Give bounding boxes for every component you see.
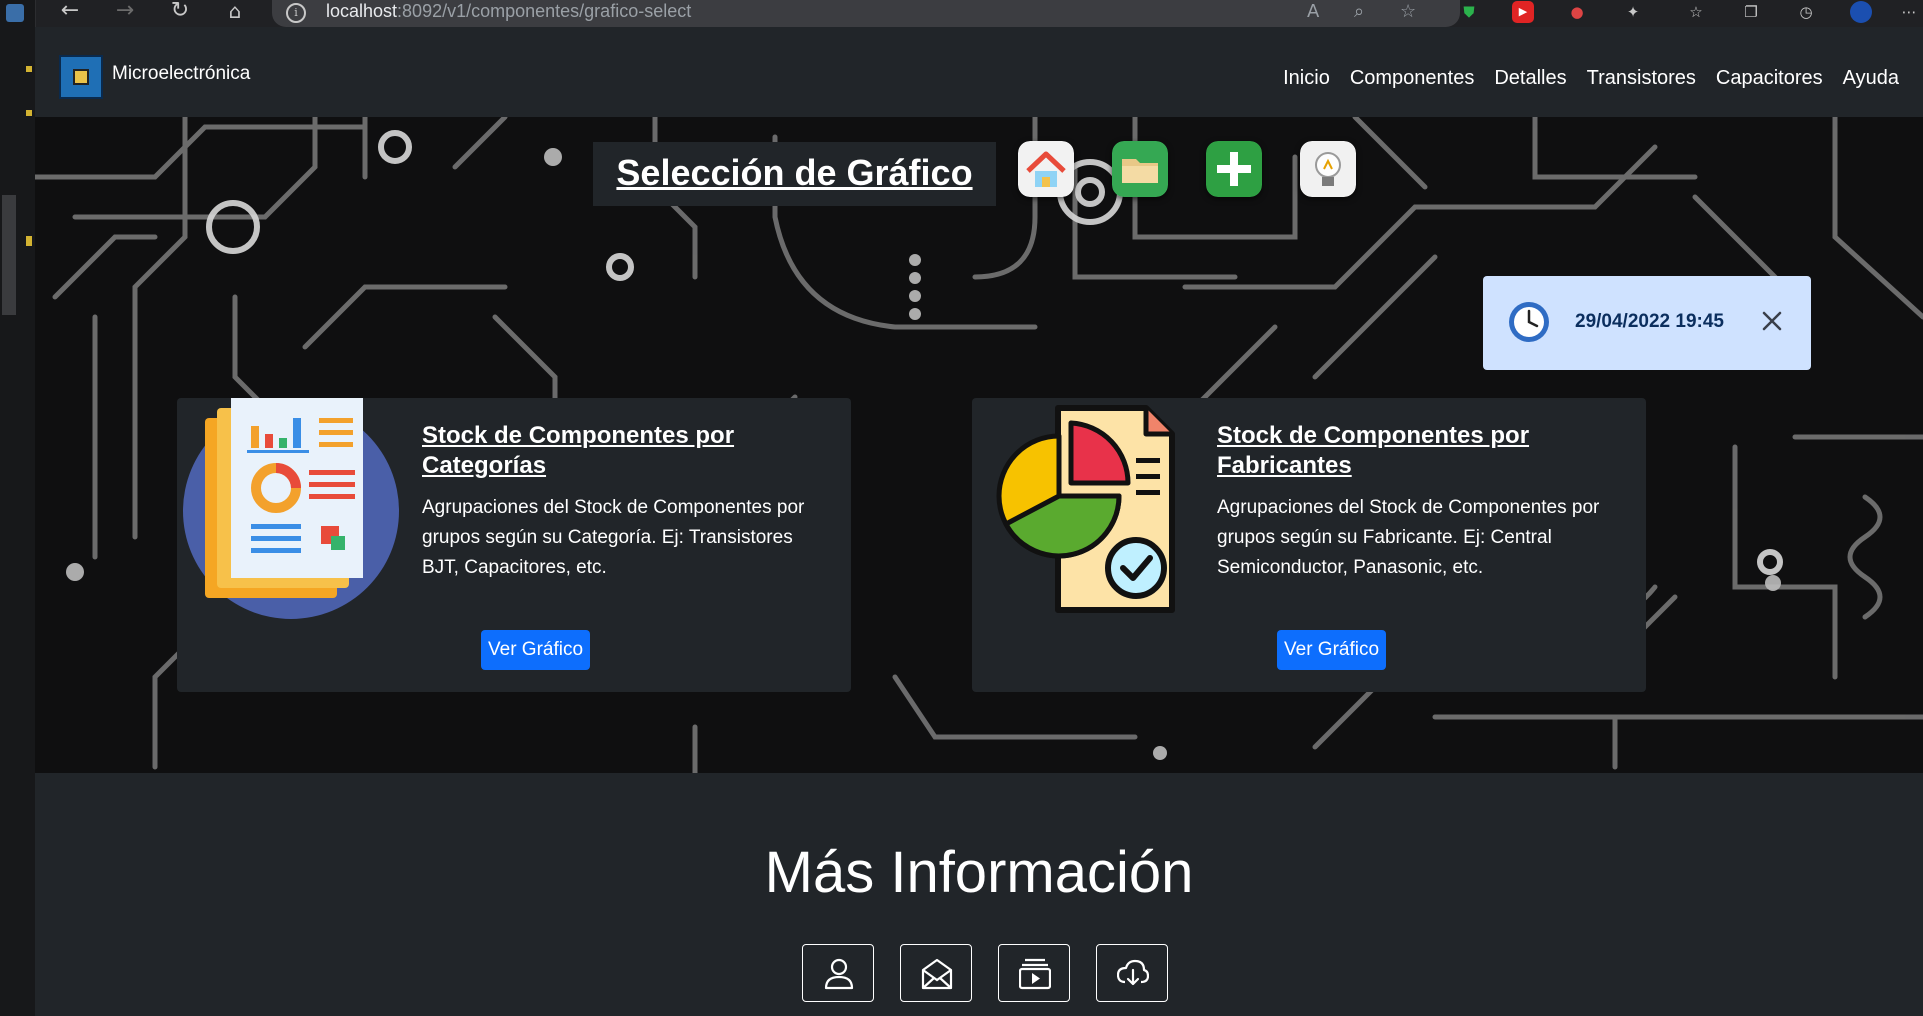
more-icon[interactable]: ⋯	[1898, 1, 1920, 23]
close-icon[interactable]	[1757, 306, 1787, 336]
scrollbar-thumb[interactable]	[2, 195, 16, 315]
nav-link-ayuda[interactable]: Ayuda	[1843, 67, 1899, 90]
forward-icon[interactable]: →	[110, 0, 140, 24]
media-icon	[1019, 958, 1051, 990]
reload-icon[interactable]: ↻	[165, 0, 195, 24]
address-bar[interactable]: i localhost:8092/v1/componentes/grafico-…	[272, 0, 1460, 27]
mail-button[interactable]	[900, 944, 972, 1002]
clock-icon	[1509, 302, 1549, 342]
toast-datetime: 29/04/2022 19:45	[1575, 311, 1724, 332]
hero-section: Selección de Gráfico 29/04/2022 19:45 St…	[35, 117, 1923, 773]
sidebar-strip	[0, 0, 36, 1016]
extensions-icon[interactable]: ✦	[1622, 1, 1644, 23]
datetime-toast: 29/04/2022 19:45	[1483, 276, 1811, 370]
folder-app-icon[interactable]	[1112, 141, 1168, 197]
add-app-icon[interactable]	[1206, 141, 1262, 197]
page-title-box: Selección de Gráfico	[593, 142, 996, 206]
nav-link-detalles[interactable]: Detalles	[1494, 67, 1566, 90]
browser-toolbar: ← → ↻ ⌂ i localhost:8092/v1/componentes/…	[0, 0, 1923, 27]
strip-marker	[26, 236, 32, 246]
favorite-add-icon[interactable]: ☆	[1400, 1, 1416, 22]
nav-link-componentes[interactable]: Componentes	[1350, 67, 1475, 90]
ver-grafico-fabricantes-button[interactable]: Ver Gráfico	[1277, 630, 1387, 670]
collections-icon[interactable]: ❐	[1740, 1, 1762, 23]
brand-name[interactable]: Microelectrónica	[112, 63, 250, 85]
zoom-icon[interactable]: ⌕	[1354, 1, 1364, 22]
strip-marker	[26, 66, 32, 72]
home-icon[interactable]: ⌂	[220, 0, 250, 24]
nav-link-transistores[interactable]: Transistores	[1587, 67, 1696, 90]
report-chart-icon	[183, 398, 399, 619]
card-text-fabricantes: Agrupaciones del Stock de Componentes po…	[1217, 497, 1600, 578]
info-title: Más Información	[764, 840, 1194, 905]
card-categorias: Stock de Componentes por Categorías Agru…	[177, 398, 851, 692]
page-title: Selección de Gráfico	[616, 152, 973, 193]
info-icon[interactable]: i	[286, 3, 306, 23]
media-button[interactable]	[998, 944, 1070, 1002]
favorites-icon[interactable]: ☆	[1685, 1, 1707, 23]
cloud-download-button[interactable]	[1096, 944, 1168, 1002]
card-text-categorias: Agrupaciones del Stock de Componentes po…	[422, 497, 805, 578]
cloud-download-icon	[1117, 959, 1149, 986]
lightbulb-app-icon[interactable]	[1300, 141, 1356, 197]
back-icon[interactable]: ←	[55, 0, 85, 24]
flag-extension-icon[interactable]: ●	[1566, 1, 1588, 23]
history-icon[interactable]: ◷	[1795, 1, 1817, 23]
read-aloud-icon[interactable]: A	[1307, 1, 1319, 22]
home-app-icon[interactable]	[1018, 141, 1074, 197]
profile-icon[interactable]	[1850, 1, 1872, 23]
tab-favicon-icon[interactable]	[6, 4, 24, 22]
ver-grafico-categorias-button[interactable]: Ver Gráfico	[481, 630, 591, 670]
info-section: Más Información	[35, 773, 1923, 1016]
user-icon	[824, 958, 854, 990]
pie-report-icon	[996, 405, 1175, 613]
mail-icon	[921, 958, 953, 990]
nav-link-capacitores[interactable]: Capacitores	[1716, 67, 1823, 90]
card-title-fabricantes[interactable]: Stock de Componentes por Fabricantes	[1217, 421, 1617, 481]
site-navbar: Microelectrónica Inicio Componentes Deta…	[35, 27, 1923, 117]
card-title-categorias[interactable]: Stock de Componentes por Categorías	[422, 421, 822, 481]
shield-extension-icon[interactable]: ⛊	[1458, 1, 1480, 23]
chip-logo-icon[interactable]	[59, 55, 103, 99]
card-fabricantes: Stock de Componentes por Fabricantes Agr…	[972, 398, 1646, 692]
youtube-extension-icon[interactable]: ▶	[1512, 1, 1534, 23]
nav-link-inicio[interactable]: Inicio	[1283, 67, 1330, 90]
nav-links: Inicio Componentes Detalles Transistores…	[1283, 67, 1899, 90]
url-text[interactable]: localhost:8092/v1/componentes/grafico-se…	[326, 1, 691, 22]
strip-marker	[26, 110, 32, 116]
user-button[interactable]	[802, 944, 874, 1002]
